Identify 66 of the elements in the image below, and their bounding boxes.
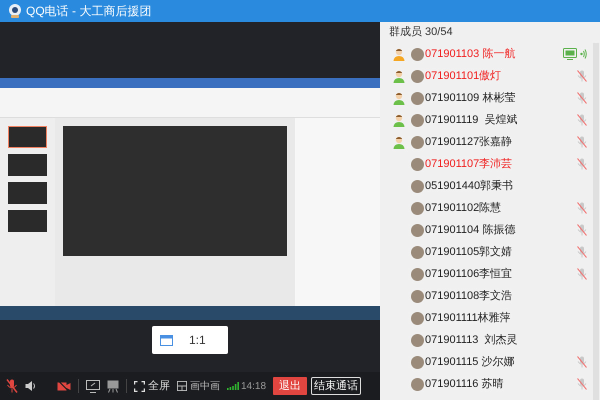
member-row[interactable]: 071901113 刘杰灵 [380, 329, 593, 351]
projector-icon[interactable] [107, 380, 119, 392]
camera-icon [8, 4, 22, 18]
member-name[interactable]: 071901102陈慧 [425, 200, 502, 216]
window-title: QQ电话 - 大工商后援团 [26, 3, 152, 20]
member-row[interactable]: 071901119 吴煌斌 [380, 109, 593, 131]
member-name[interactable]: 071901105郭文婧 [425, 244, 512, 260]
member-name[interactable]: 071901115 沙尔娜 [425, 354, 514, 370]
member-row[interactable]: 071901111林雅萍 [380, 307, 593, 329]
member-row[interactable]: 071901103 陈一航 [380, 43, 593, 65]
member-row[interactable]: 071901108李文浩 [380, 285, 593, 307]
expand-icon [134, 380, 145, 392]
member-name[interactable]: 071901113 刘杰灵 [425, 332, 518, 348]
avatar [411, 202, 424, 214]
member-name[interactable]: 071901111林雅萍 [425, 310, 511, 326]
picture-in-picture-button[interactable]: 画中画 [177, 378, 220, 394]
avatar [411, 136, 424, 148]
member-row[interactable]: 071901107李沛芸 [380, 153, 593, 175]
call-duration: 14:18 [241, 380, 266, 394]
avatar [411, 268, 424, 280]
member-name[interactable]: 071901119 吴煌斌 [425, 112, 518, 128]
member-row[interactable]: 071901127张嘉静 [380, 131, 593, 153]
layout-icon [177, 381, 187, 391]
avatar [411, 312, 424, 324]
avatar [411, 356, 424, 368]
member-name[interactable]: 071901116 苏晴 [425, 376, 504, 392]
member-row[interactable]: 071901116 苏晴 [380, 373, 593, 395]
signal-icon [227, 382, 239, 390]
member-row[interactable]: 071901115 沙尔娜 [380, 351, 593, 373]
member-name[interactable]: 071901106李恒宜 [425, 266, 512, 282]
camera-off-icon[interactable] [57, 380, 71, 392]
aspect-ratio-button[interactable]: 1:1 [152, 326, 228, 354]
member-row[interactable]: 071901105郭文婧 [380, 241, 593, 263]
member-name[interactable]: 071901104 陈振德 [425, 222, 516, 238]
member-name[interactable]: 071901109 林彬莹 [425, 90, 516, 106]
member-name[interactable]: 071901107李沛芸 [425, 156, 512, 172]
member-name[interactable]: 071901108李文浩 [425, 288, 512, 304]
end-call-button[interactable]: 结束通话 [311, 377, 362, 395]
avatar [411, 114, 424, 126]
exit-button[interactable]: 退出 [273, 377, 308, 395]
member-row[interactable]: 071901106李恒宜 [380, 263, 593, 285]
avatar [411, 246, 424, 258]
members-header: 群成员 30/54 [388, 25, 454, 40]
avatar [411, 224, 424, 236]
avatar [411, 92, 424, 104]
member-name[interactable]: 071901101傲灯 [425, 68, 502, 84]
avatar [411, 378, 424, 390]
avatar [411, 180, 424, 192]
avatar [411, 70, 424, 82]
speaker-icon[interactable] [25, 380, 37, 392]
member-name[interactable]: 051901440郭秉书 [425, 178, 514, 194]
avatar [411, 158, 424, 170]
member-row[interactable]: 071901101傲灯 [380, 65, 593, 87]
avatar [411, 334, 424, 346]
avatar [411, 48, 424, 60]
fullscreen-button[interactable]: 全屏 [134, 378, 170, 394]
member-row[interactable]: 071901102陈慧 [380, 197, 593, 219]
mic-muted-icon[interactable] [6, 379, 18, 393]
member-row[interactable]: 071901104 陈振德 [380, 219, 593, 241]
member-name[interactable]: 071901103 陈一航 [425, 46, 516, 62]
member-row[interactable]: 071901109 林彬莹 [380, 87, 593, 109]
screen-share-icon[interactable] [86, 380, 100, 392]
member-row[interactable]: 051901440郭秉书 [380, 175, 593, 197]
avatar [411, 290, 424, 302]
member-name[interactable]: 071901127张嘉静 [425, 134, 512, 150]
window-icon [160, 334, 173, 346]
